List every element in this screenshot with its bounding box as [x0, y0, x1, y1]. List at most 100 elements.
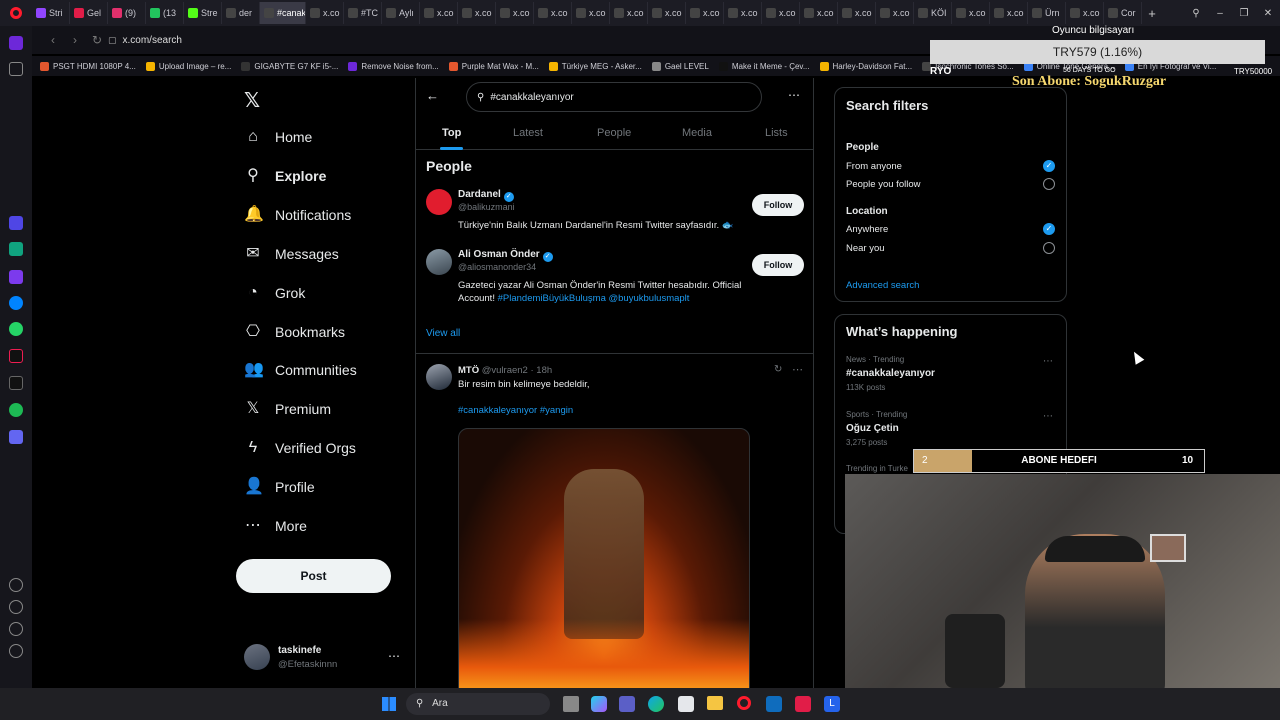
x-logo-icon[interactable]: 𝕏: [244, 88, 260, 113]
browser-tab[interactable]: Ürn: [1028, 2, 1066, 24]
follow-button[interactable]: Follow: [752, 194, 804, 216]
radio-near-you[interactable]: [1043, 242, 1055, 254]
browser-tab[interactable]: x.co: [458, 2, 496, 24]
task-view-icon[interactable]: [563, 696, 579, 712]
browser-tab[interactable]: Cor: [1104, 2, 1142, 24]
trend-item[interactable]: News · Trending #canakkaleyanıyor 113K p…: [835, 353, 1066, 397]
whatsapp-rail-icon[interactable]: [9, 322, 23, 336]
avatar[interactable]: [426, 189, 452, 215]
app-rail-icon[interactable]: [9, 270, 23, 284]
trend-more-icon[interactable]: ⋯: [1043, 411, 1053, 422]
follow-button[interactable]: Follow: [752, 254, 804, 276]
teams-icon[interactable]: [619, 696, 635, 712]
browser-tab[interactable]: x.co: [990, 2, 1028, 24]
bookmark-item[interactable]: Türkiye MEG - Asker...: [548, 61, 642, 71]
filter-anywhere[interactable]: Anywhere: [846, 224, 888, 235]
view-all-link[interactable]: View all: [426, 328, 460, 339]
minimize-button[interactable]: –: [1208, 8, 1232, 19]
browser-tab[interactable]: x.co: [838, 2, 876, 24]
trend-item[interactable]: Sports · Trending Oğuz Çetin 3,275 posts…: [835, 408, 1066, 452]
bookmark-item[interactable]: Gael LEVEL: [651, 61, 709, 71]
bookmark-item[interactable]: PSGT HDMI 1080P 4...: [40, 61, 136, 71]
tab-people[interactable]: People: [597, 116, 631, 150]
wps-icon[interactable]: [795, 696, 811, 712]
bookmark-item[interactable]: Remove Noise from...: [348, 61, 439, 71]
nav-item-grok[interactable]: ◔ Grok: [244, 281, 305, 305]
chatgpt-rail-icon[interactable]: [9, 242, 23, 256]
nav-item-premium[interactable]: 𝕏 Premium: [244, 397, 331, 421]
browser-tab[interactable]: Stri: [32, 2, 70, 24]
tweet-hashtags[interactable]: #canakkaleyanıyor #yangin: [458, 405, 573, 416]
tiktok-rail-icon[interactable]: [9, 349, 23, 363]
filter-from-anyone[interactable]: From anyone: [846, 161, 902, 172]
site-info-icon[interactable]: ▢: [108, 35, 117, 46]
tab-latest[interactable]: Latest: [513, 116, 543, 150]
bulb-rail-icon[interactable]: [9, 644, 23, 658]
x-rail-icon[interactable]: [9, 376, 23, 390]
opera-taskbar-icon[interactable]: [737, 696, 751, 710]
browser-tab[interactable]: (13: [146, 2, 184, 24]
browser-tab[interactable]: x.co: [686, 2, 724, 24]
nav-item-bookmarks[interactable]: ⎔ Bookmarks: [244, 320, 345, 344]
tweet-image[interactable]: [458, 428, 750, 688]
back-arrow-icon[interactable]: ←: [426, 88, 439, 103]
browser-tab[interactable]: x.co: [724, 2, 762, 24]
person-name[interactable]: Dardanel ✓: [458, 189, 514, 202]
player-rail-icon[interactable]: [9, 430, 23, 444]
person-card[interactable]: Dardanel ✓ @balikuzmani Türkiye'nin Balık…: [426, 189, 806, 239]
radio-from-anyone[interactable]: ✓: [1043, 160, 1055, 172]
browser-tab[interactable]: x.co: [610, 2, 648, 24]
browser-tab[interactable]: x.co: [876, 2, 914, 24]
more-icon[interactable]: ⋯: [388, 649, 400, 663]
back-icon[interactable]: ‹: [42, 33, 64, 47]
browser-tab[interactable]: x.co: [762, 2, 800, 24]
nav-item-notifications[interactable]: 🔔 Notifications: [244, 203, 351, 227]
outlook-icon[interactable]: [766, 696, 782, 712]
bookmark-item[interactable]: Purple Mat Wax - M...: [448, 61, 539, 71]
bookmark-item[interactable]: Upload Image – re...: [145, 61, 231, 71]
bookmark-item[interactable]: Make it Meme - Çev...: [718, 61, 810, 71]
account-switcher[interactable]: taskinefe @Efetaskinnn ⋯: [244, 643, 404, 673]
browser-tab[interactable]: #TC: [344, 2, 382, 24]
app-l-icon[interactable]: L: [824, 696, 840, 712]
tweet-more-icon[interactable]: ⋯: [792, 363, 803, 376]
nav-item-home[interactable]: ⌂ Home: [244, 125, 312, 149]
opera-logo-icon[interactable]: [0, 2, 32, 24]
home-rail-icon[interactable]: [9, 36, 23, 50]
messenger-rail-icon[interactable]: [9, 296, 23, 310]
bookmark-item[interactable]: Harley-Davidson Fat...: [819, 61, 912, 71]
copilot-icon[interactable]: [591, 696, 607, 712]
nav-item-verified-orgs[interactable]: ϟ Verified Orgs: [244, 436, 356, 460]
taskbar-search[interactable]: ⚲ Ara: [406, 693, 550, 715]
browser-tab[interactable]: #canak: [260, 2, 306, 24]
browser-tab[interactable]: der: [222, 2, 260, 24]
heart-rail-icon[interactable]: [9, 578, 23, 592]
tab-lists[interactable]: Lists: [765, 116, 788, 150]
person-card[interactable]: Ali Osman Önder ✓ @aliosmanonder34 Gazete…: [426, 249, 806, 309]
filter-people-you-follow[interactable]: People you follow: [846, 179, 920, 190]
tweet-time[interactable]: 18h: [536, 365, 552, 376]
url-field[interactable]: x.com/search: [123, 35, 182, 46]
browser-tab[interactable]: x.co: [1066, 2, 1104, 24]
bio-links[interactable]: #PlandemiBüyükBuluşma @buyukbulusmaplt: [498, 293, 690, 304]
browser-tab[interactable]: x.co: [306, 2, 344, 24]
aria-rail-icon[interactable]: [9, 216, 23, 230]
browser-tab[interactable]: x.co: [648, 2, 686, 24]
settings-rail-icon[interactable]: [9, 622, 23, 636]
person-name[interactable]: Ali Osman Önder ✓: [458, 249, 553, 262]
nav-item-messages[interactable]: ✉ Messages: [244, 242, 339, 266]
browser-tab[interactable]: KÖI: [914, 2, 952, 24]
browser-tab[interactable]: Stre: [184, 2, 222, 24]
browser-tab[interactable]: (9): [108, 2, 146, 24]
nav-item-explore[interactable]: ⚲ Explore: [244, 164, 326, 188]
search-input[interactable]: ⚲ #canakkaleyanıyor: [466, 82, 762, 112]
browser-tab[interactable]: x.co: [534, 2, 572, 24]
radio-people-you-follow[interactable]: [1043, 178, 1055, 190]
tab-top[interactable]: Top: [439, 116, 464, 150]
nav-item-profile[interactable]: 👤 Profile: [244, 475, 315, 499]
avatar[interactable]: [426, 249, 452, 275]
tweet-handle[interactable]: @vulraen2: [482, 365, 528, 376]
browser-tab[interactable]: Aylı: [382, 2, 420, 24]
file-explorer-icon[interactable]: [707, 696, 723, 710]
reload-icon[interactable]: ↻: [86, 33, 108, 47]
